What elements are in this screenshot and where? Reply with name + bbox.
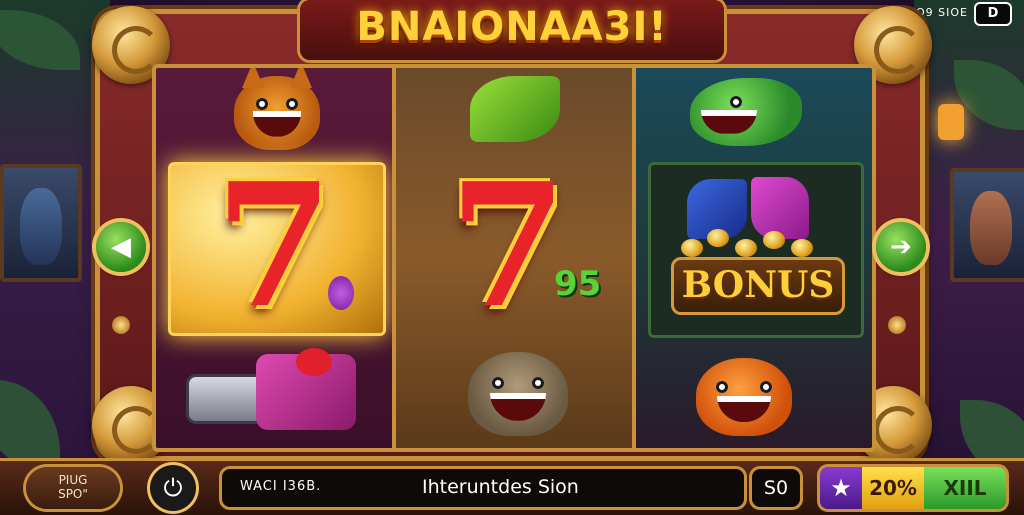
wolf-symbol <box>468 352 568 436</box>
auto-spin-label-1: PIUG <box>58 473 88 487</box>
lantern-icon <box>938 104 964 140</box>
control-bar: PIUG SPO" ⏻ WACI I36B. Ihteruntdes Sion … <box>0 458 1024 515</box>
frame-rivet <box>112 316 130 334</box>
leaf-symbol <box>470 76 560 142</box>
multiplier-badge: 95 <box>554 264 602 304</box>
bonus-label: BONUS <box>671 257 845 315</box>
info-panel: WACI I36B. Ihteruntdes Sion <box>222 469 744 507</box>
info-message: Ihteruntdes Sion <box>422 476 579 498</box>
info-left-text: WACI I36B. <box>240 479 322 494</box>
previous-arrow-button[interactable]: ◀ <box>96 222 146 272</box>
frame-rivet <box>888 316 906 334</box>
auto-spin-button[interactable]: PIUG SPO" <box>26 467 120 509</box>
star-icon[interactable]: ★ <box>820 467 862 509</box>
bonus-control-group: ★ 20% XIIL <box>820 467 1006 509</box>
fox-symbol <box>234 68 320 150</box>
cannon-symbol <box>186 348 356 438</box>
auto-spin-label-2: SPO" <box>58 487 88 501</box>
game-title: BNAIONAA3I! <box>356 4 668 50</box>
title-plate: BNAIONAA3I! <box>300 0 724 60</box>
bet-value[interactable]: S0 <box>752 469 800 507</box>
next-arrow-button[interactable]: ➔ <box>876 222 926 272</box>
bonus-tile: BONUS <box>648 162 864 338</box>
pumpkin-symbol <box>696 358 792 436</box>
purple-gem <box>328 276 354 310</box>
reel-1: 7 <box>156 68 392 448</box>
menu-button[interactable]: D <box>974 2 1012 26</box>
wall-portrait-left <box>0 164 82 282</box>
dragon-symbol <box>690 78 802 146</box>
power-icon[interactable]: ⏻ <box>150 465 196 511</box>
action-button[interactable]: XIIL <box>924 467 1006 509</box>
percent-badge: 20% <box>862 467 924 509</box>
reel-area: 7 7 95 BONUS <box>152 64 876 452</box>
reel-2: 7 95 <box>396 68 632 448</box>
reel-3: BONUS <box>636 68 872 448</box>
wall-portrait-right <box>950 168 1024 282</box>
